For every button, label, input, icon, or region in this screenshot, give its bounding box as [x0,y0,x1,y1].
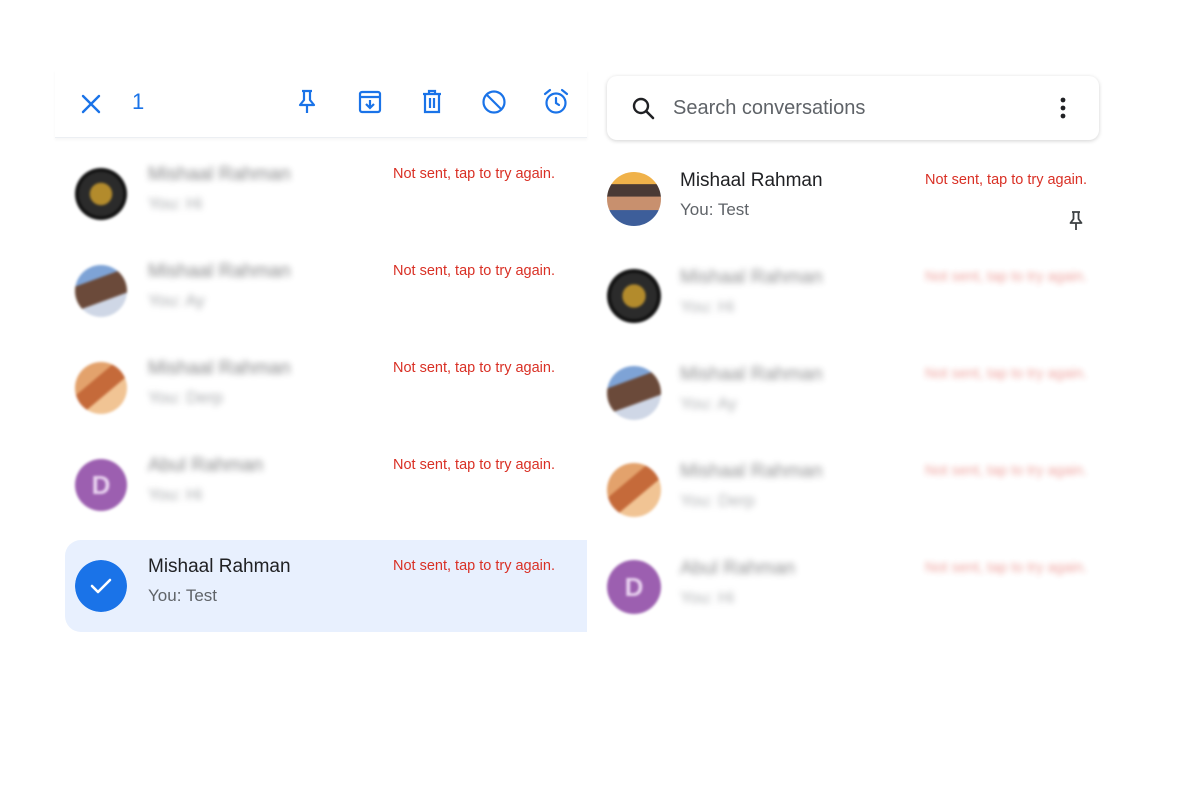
more-vert-icon [1060,97,1066,119]
avatar [607,366,661,420]
message-snippet: You: Derp [680,491,755,510]
list-item[interactable]: D Abul Rahman You: Hi Not sent, tap to t… [607,558,1099,656]
selection-toolbar: 1 [55,70,587,138]
avatar-letter: D [91,469,111,500]
search-icon [632,97,655,120]
send-failed-status[interactable]: Not sent, tap to try again. [925,269,1087,285]
more-options-button[interactable] [1049,94,1077,122]
send-failed-status[interactable]: Not sent, tap to try again. [925,560,1087,576]
selected-check [75,560,127,612]
delete-button[interactable] [416,86,448,118]
selection-pane: 1 Mishaal Rahman You: Hi Not sent, tap t… [55,70,587,640]
avatar [607,463,661,517]
avatar [75,362,127,414]
search-bar[interactable] [607,76,1099,140]
avatar [607,172,661,226]
send-failed-status[interactable]: Not sent, tap to try again. [393,166,555,182]
list-item[interactable]: Mishaal Rahman You: Test Not sent, tap t… [607,170,1099,268]
pinned-icon [1069,211,1083,230]
message-snippet: You: Test [680,200,750,219]
contact-name: Mishaal Rahman [680,170,823,191]
message-snippet: You: Test [148,586,218,605]
avatar: D [75,459,127,511]
contact-name: Mishaal Rahman [148,556,291,577]
message-snippet: You: Hi [148,485,203,504]
list-item[interactable]: D Abul Rahman You: Hi Not sent, tap to t… [55,439,587,531]
close-selection-button[interactable] [77,90,105,118]
list-item[interactable]: Mishaal Rahman You: Derp Not sent, tap t… [607,461,1099,559]
snooze-icon [543,88,569,114]
contact-name: Abul Rahman [148,455,264,476]
pin-icon [298,89,316,113]
send-failed-status[interactable]: Not sent, tap to try again. [393,457,555,473]
contact-name: Mishaal Rahman [680,461,823,482]
avatar [75,560,127,612]
archive-button[interactable] [354,86,386,118]
check-icon [90,578,112,594]
archive-icon [358,90,382,114]
avatar: D [607,560,661,614]
send-failed-status[interactable]: Not sent, tap to try again. [925,172,1087,188]
message-snippet: You: Ay [680,394,737,413]
list-item[interactable]: Mishaal Rahman You: Derp Not sent, tap t… [55,342,587,434]
message-snippet: You: Hi [148,194,203,213]
contact-name: Mishaal Rahman [148,164,291,185]
search-input[interactable] [673,94,1003,122]
list-item[interactable]: Mishaal Rahman You: Ay Not sent, tap to … [607,364,1099,462]
message-snippet: You: Hi [680,588,735,607]
contact-name: Abul Rahman [680,558,796,579]
message-snippet: You: Hi [680,297,735,316]
block-button[interactable] [478,86,510,118]
contact-name: Mishaal Rahman [680,364,823,385]
close-icon [81,94,101,114]
block-icon [482,90,506,114]
send-failed-status[interactable]: Not sent, tap to try again. [393,263,555,279]
contact-name: Mishaal Rahman [148,261,291,282]
send-failed-status[interactable]: Not sent, tap to try again. [925,463,1087,479]
avatar [607,269,661,323]
message-snippet: You: Derp [148,388,223,407]
list-item-selected[interactable]: Mishaal Rahman You: Test Not sent, tap t… [65,540,587,632]
list-item[interactable]: Mishaal Rahman You: Hi Not sent, tap to … [607,267,1099,365]
snooze-button[interactable] [540,86,572,118]
avatar [75,168,127,220]
send-failed-status[interactable]: Not sent, tap to try again. [393,558,555,574]
delete-icon [423,89,441,114]
avatar [75,265,127,317]
list-item[interactable]: Mishaal Rahman You: Hi Not sent, tap to … [55,148,587,240]
send-failed-status[interactable]: Not sent, tap to try again. [393,360,555,376]
send-failed-status[interactable]: Not sent, tap to try again. [925,366,1087,382]
selected-count: 1 [132,89,145,114]
list-item[interactable]: Mishaal Rahman You: Ay Not sent, tap to … [55,245,587,337]
contact-name: Mishaal Rahman [148,358,291,379]
pin-button[interactable] [291,86,323,118]
message-snippet: You: Ay [148,291,205,310]
avatar-letter: D [624,571,644,602]
conversation-pane: Mishaal Rahman You: Test Not sent, tap t… [607,76,1099,636]
contact-name: Mishaal Rahman [680,267,823,288]
